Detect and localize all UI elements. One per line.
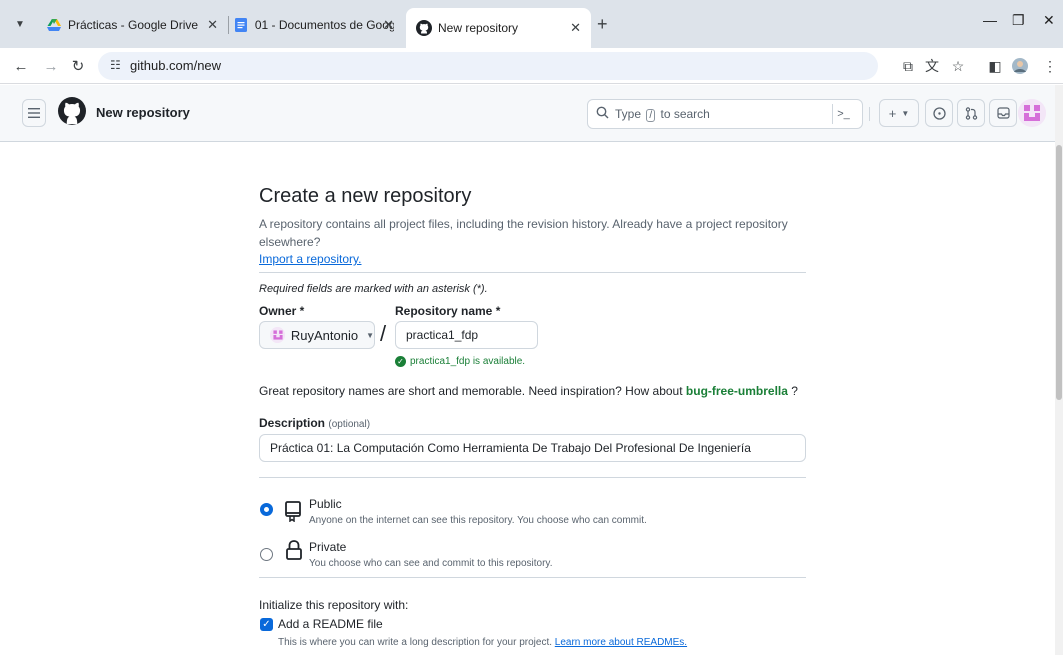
search-input[interactable]: Type / to search >_ xyxy=(587,99,863,129)
google-docs-icon xyxy=(234,17,249,33)
create-new-button[interactable]: + ▼ xyxy=(879,99,919,127)
private-description: You choose who can see and commit to thi… xyxy=(309,558,553,569)
repo-icon xyxy=(284,500,304,523)
import-repository-link[interactable]: Import a repository. xyxy=(259,251,806,267)
search-icon xyxy=(596,106,610,120)
side-panel-icon[interactable]: ◧ xyxy=(985,56,1005,76)
divider xyxy=(259,577,806,578)
divider xyxy=(259,477,806,478)
tab-google-drive[interactable]: Prácticas - Google Drive ✕ xyxy=(36,8,228,42)
owner-repo-separator: / xyxy=(380,321,387,346)
tab-title: New repository xyxy=(438,21,519,35)
chevron-down-icon: ▼ xyxy=(901,108,910,118)
profile-avatar-icon[interactable] xyxy=(1010,56,1030,76)
browser-tab-bar: ▼ Prácticas - Google Drive ✕ 01 - Docume… xyxy=(0,0,1063,48)
new-tab-button[interactable]: + xyxy=(597,14,608,35)
optional-tag: (optional) xyxy=(328,419,371,430)
private-label[interactable]: Private xyxy=(309,540,346,554)
tab-search-button[interactable]: ▼ xyxy=(8,12,32,36)
address-bar[interactable]: ☷ github.com/new xyxy=(98,52,878,80)
command-palette-icon[interactable]: >_ xyxy=(832,104,854,124)
suggested-name[interactable]: bug-free-umbrella xyxy=(686,384,788,398)
github-logo-icon[interactable] xyxy=(58,97,86,125)
pull-request-icon xyxy=(965,106,977,120)
restore-icon[interactable]: ❐ xyxy=(1012,12,1025,29)
plus-icon: + xyxy=(888,105,897,121)
page-scrollbar-thumb[interactable] xyxy=(1056,145,1062,400)
github-header: New repository Type / to search >_ + ▼ xyxy=(0,85,1055,142)
tab-new-repository[interactable]: New repository ✕ xyxy=(406,8,591,48)
forward-arrow-icon[interactable]: → xyxy=(39,54,63,78)
page-context-title[interactable]: New repository xyxy=(96,105,190,120)
description-input[interactable]: Práctica 01: La Computación Como Herrami… xyxy=(259,434,806,462)
required-fields-note: Required fields are marked with an aster… xyxy=(259,283,488,295)
minimize-icon[interactable]: — xyxy=(983,12,997,28)
pull-requests-button[interactable] xyxy=(957,99,985,127)
create-repository-form: Create a new repository A repository con… xyxy=(259,185,806,295)
header-divider xyxy=(869,107,870,121)
search-placeholder: Type / to search xyxy=(615,107,710,122)
repository-name-input[interactable]: practica1_fdp xyxy=(395,321,538,349)
repository-name-label: Repository name * xyxy=(395,304,501,318)
readme-checkbox[interactable]: ✓ xyxy=(260,618,273,631)
lock-icon xyxy=(285,539,305,561)
public-label[interactable]: Public xyxy=(309,497,342,511)
page-subtitle: A repository contains all project files,… xyxy=(259,217,788,249)
public-description: Anyone on the internet can see this repo… xyxy=(309,515,647,526)
page-title: Create a new repository xyxy=(259,185,472,207)
user-avatar[interactable] xyxy=(1018,99,1046,127)
browser-menu-icon[interactable]: ⋮ xyxy=(1040,56,1060,76)
back-arrow-icon[interactable]: ← xyxy=(9,54,33,78)
tab-google-docs[interactable]: 01 - Documentos de Google ✕ xyxy=(224,8,404,42)
google-drive-icon xyxy=(46,17,62,33)
readme-label[interactable]: Add a README file xyxy=(278,617,383,631)
inbox-icon xyxy=(996,107,1010,119)
availability-message: ✓ practica1_fdp is available. xyxy=(395,356,525,367)
close-window-icon[interactable]: ✕ xyxy=(1043,12,1055,29)
close-icon[interactable]: ✕ xyxy=(207,17,218,33)
translate-icon[interactable]: 文 xyxy=(922,56,942,76)
hamburger-menu-icon[interactable] xyxy=(22,99,46,127)
public-radio[interactable] xyxy=(260,503,273,516)
tab-title: Prácticas - Google Drive xyxy=(68,18,199,32)
initialize-title: Initialize this repository with: xyxy=(259,598,409,612)
owner-avatar xyxy=(270,327,285,343)
owner-label: Owner * xyxy=(259,304,305,318)
issue-icon xyxy=(932,106,946,120)
browser-toolbar: ← → ↻ ☷ github.com/new ⧉ 文 ☆ ◧ ⋮ xyxy=(0,48,1063,84)
inbox-button[interactable] xyxy=(989,99,1017,127)
divider xyxy=(259,272,806,273)
private-radio[interactable] xyxy=(260,548,273,561)
bookmark-star-icon[interactable]: ☆ xyxy=(948,56,968,76)
name-suggestion-hint: Great repository names are short and mem… xyxy=(259,384,798,398)
tab-title: 01 - Documentos de Google xyxy=(254,18,394,32)
issues-button[interactable] xyxy=(925,99,953,127)
close-icon[interactable]: ✕ xyxy=(570,20,581,36)
chevron-down-icon: ▼ xyxy=(366,330,374,340)
url-text: github.com/new xyxy=(130,58,222,73)
owner-select[interactable]: RuyAntonio ▼ xyxy=(259,321,375,349)
learn-more-readmes-link[interactable]: Learn more about READMEs. xyxy=(555,637,687,648)
description-label: Description (optional) xyxy=(259,416,371,430)
install-app-icon[interactable]: ⧉ xyxy=(898,56,918,76)
github-icon xyxy=(416,20,432,36)
reload-icon[interactable]: ↻ xyxy=(66,54,90,78)
readme-description: This is where you can write a long descr… xyxy=(278,637,688,648)
site-info-icon[interactable]: ☷ xyxy=(110,58,121,72)
slash-key-hint: / xyxy=(646,109,656,122)
check-circle-icon: ✓ xyxy=(395,356,406,367)
owner-name: RuyAntonio xyxy=(290,327,359,343)
close-icon[interactable]: ✕ xyxy=(383,17,394,33)
